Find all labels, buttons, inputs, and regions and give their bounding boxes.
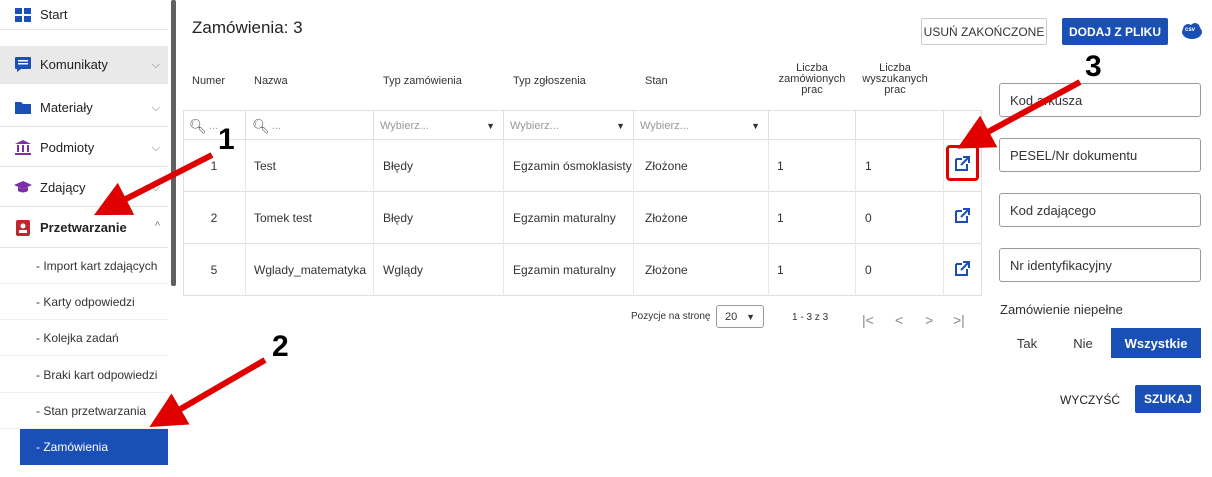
- sidebar-item-przetwarzanie[interactable]: Przetwarzanie ^: [0, 208, 168, 248]
- sidebar-item-zdajacy[interactable]: Zdający ⌵: [0, 169, 168, 207]
- per-page-value: 20: [725, 310, 738, 323]
- cell-numer: 1: [183, 140, 246, 192]
- sidebar-item-label: Podmioty: [40, 140, 95, 155]
- col-header-nazwa[interactable]: Nazwa: [254, 76, 288, 87]
- search-button[interactable]: SZUKAJ: [1135, 385, 1201, 413]
- clear-finished-button[interactable]: USUŃ ZAKOŃCZONE: [921, 18, 1047, 45]
- toggle-all[interactable]: Wszystkie: [1111, 328, 1201, 358]
- cell-wyszukanych: 1: [856, 140, 944, 192]
- table-row[interactable]: 2 Tomek test Błędy Egzamin maturalny Zło…: [183, 192, 982, 244]
- cell-typ-zgloszenia: Egzamin ósmoklasisty: [504, 140, 634, 192]
- first-page-icon[interactable]: |<: [862, 312, 874, 328]
- sidebar-subitem-zamowienia[interactable]: - Zamówienia: [20, 429, 168, 465]
- col-header-zamowionych[interactable]: Liczba zamówionych prac: [770, 63, 854, 96]
- sidebar-item-label: Komunikaty: [40, 57, 108, 72]
- chevron-down-icon: ⌵: [151, 102, 160, 114]
- open-in-new-icon[interactable]: [955, 208, 970, 223]
- sidebar-subitem-stan[interactable]: - Stan przetwarzania: [0, 393, 168, 429]
- field-label: Kod arkusza: [1010, 92, 1083, 108]
- cell-zamowionych: 1: [769, 244, 856, 296]
- page-title: Zamówienia: 3: [192, 18, 303, 37]
- cell-typ-zamowienia: Błędy: [374, 192, 504, 244]
- annotation-highlight-box: [946, 145, 979, 181]
- next-page-icon[interactable]: >: [925, 312, 933, 328]
- per-page-label: Pozycje na stronę: [631, 311, 711, 322]
- pagination-range: 1 - 3 z 3: [792, 312, 829, 323]
- cell-typ-zgloszenia: Egzamin maturalny: [504, 244, 634, 296]
- field-label: Kod zdającego: [1010, 202, 1097, 218]
- table-row[interactable]: 1 Test Błędy Egzamin ósmoklasisty Złożon…: [183, 140, 982, 192]
- cell-nazwa: Wglady_matematyka: [246, 244, 374, 296]
- annotation-number-3: 3: [1085, 50, 1102, 83]
- sidebar-item-label: Przetwarzanie: [40, 220, 127, 235]
- open-in-new-icon[interactable]: [955, 261, 970, 276]
- id-card-icon: [14, 219, 32, 236]
- clear-button[interactable]: WYCZYŚĆ: [1060, 393, 1120, 407]
- sidebar-subitem-kolejka[interactable]: - Kolejka zadań: [0, 320, 168, 356]
- sidebar-scrollbar[interactable]: [171, 0, 176, 286]
- sidebar-item-start[interactable]: Start: [0, 0, 168, 30]
- sidebar-item-label: Start: [40, 7, 68, 22]
- pesel-field[interactable]: PESEL/Nr dokumentu: [999, 138, 1201, 172]
- student-code-field[interactable]: Kod zdającego: [999, 193, 1201, 227]
- add-from-file-button[interactable]: DODAJ Z PLIKU: [1062, 18, 1168, 45]
- chevron-down-icon: ⌵: [151, 142, 160, 154]
- col-header-stan[interactable]: Stan: [645, 76, 668, 87]
- id-number-field[interactable]: Nr identyfikacyjny: [999, 248, 1201, 282]
- cell-zamowionych: 1: [769, 192, 856, 244]
- table-row[interactable]: 5 Wglady_matematyka Wglądy Egzamin matur…: [183, 244, 982, 296]
- sheet-code-field[interactable]: Kod arkusza: [999, 83, 1201, 117]
- csv-icon[interactable]: csv: [1182, 22, 1202, 40]
- field-label: PESEL/Nr dokumentu: [1010, 147, 1138, 163]
- cell-stan: Złożone: [634, 140, 769, 192]
- cell-stan: Złożone: [634, 192, 769, 244]
- incomplete-order-label: Zamówienie niepełne: [1000, 302, 1123, 317]
- dashboard-icon: [14, 7, 32, 23]
- folder-icon: [14, 100, 32, 116]
- sidebar-item-label: Zdający: [40, 180, 86, 195]
- chevron-down-icon: ⌵: [151, 182, 160, 194]
- sidebar-subitem-braki[interactable]: - Braki kart odpowiedzi: [0, 357, 168, 393]
- annotation-number-1: 1: [218, 123, 235, 156]
- chevron-up-icon: ^: [154, 220, 160, 232]
- cell-stan: Złożone: [634, 244, 769, 296]
- cell-numer: 5: [183, 244, 246, 296]
- toggle-no[interactable]: Nie: [1055, 328, 1111, 358]
- cell-typ-zamowienia: Błędy: [374, 140, 504, 192]
- sidebar: Start Komunikaty ⌵ Materiały ⌵ Podmioty …: [0, 0, 176, 477]
- sidebar-item-label: Materiały: [40, 100, 93, 115]
- field-label: Nr identyfikacyjny: [1010, 257, 1112, 273]
- sidebar-item-komunikaty[interactable]: Komunikaty ⌵: [0, 46, 168, 84]
- sidebar-item-podmioty[interactable]: Podmioty ⌵: [0, 129, 168, 167]
- cell-typ-zamowienia: Wglądy: [374, 244, 504, 296]
- csv-icon-label: csv: [1185, 27, 1196, 33]
- sidebar-subitem-karty[interactable]: - Karty odpowiedzi: [0, 284, 168, 320]
- cell-wyszukanych: 0: [856, 244, 944, 296]
- per-page-select[interactable]: 20 ▼: [716, 305, 764, 328]
- cell-zamowionych: 1: [769, 140, 856, 192]
- col-header-typ-zamowienia[interactable]: Typ zamówienia: [383, 76, 462, 87]
- col-header-wyszukanych[interactable]: Liczba wyszukanych prac: [856, 63, 934, 96]
- cell-typ-zgloszenia: Egzamin maturalny: [504, 192, 634, 244]
- annotation-arrow-2: [149, 357, 267, 428]
- chevron-down-icon: ⌵: [151, 59, 160, 71]
- annotation-number-2: 2: [272, 330, 289, 363]
- cell-wyszukanych: 0: [856, 192, 944, 244]
- cell-nazwa: Test: [246, 140, 374, 192]
- last-page-icon[interactable]: >|: [953, 312, 965, 328]
- sidebar-item-materialy[interactable]: Materiały ⌵: [0, 89, 168, 127]
- sidebar-subitem-import[interactable]: - Import kart zdających: [0, 248, 168, 284]
- toggle-yes[interactable]: Tak: [999, 328, 1055, 358]
- col-header-typ-zgloszenia[interactable]: Typ zgłoszenia: [513, 76, 586, 87]
- cell-nazwa: Tomek test: [246, 192, 374, 244]
- bank-icon: [14, 140, 32, 156]
- cell-numer: 2: [183, 192, 246, 244]
- graduation-cap-icon: [14, 180, 32, 196]
- message-icon: [14, 57, 32, 73]
- col-header-numer[interactable]: Numer: [192, 76, 225, 87]
- prev-page-icon[interactable]: <: [895, 312, 903, 328]
- dropdown-arrow-icon: ▼: [746, 311, 755, 322]
